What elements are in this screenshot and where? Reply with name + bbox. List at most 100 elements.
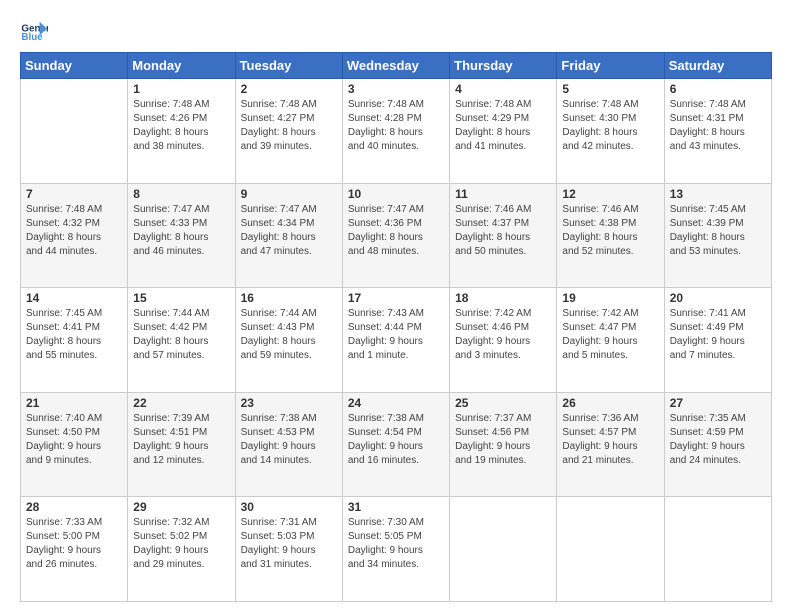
day-info: Sunrise: 7:48 AMSunset: 4:26 PMDaylight:… (133, 98, 229, 154)
day-info: Sunrise: 7:42 AMSunset: 4:47 PMDaylight:… (562, 307, 658, 363)
day-info: Sunrise: 7:43 AMSunset: 4:44 PMDaylight:… (348, 307, 444, 363)
day-of-week-header: Friday (557, 53, 664, 79)
day-number: 7 (26, 187, 122, 201)
day-number: 25 (455, 396, 551, 410)
logo: General Blue (20, 16, 48, 44)
day-number: 22 (133, 396, 229, 410)
calendar-cell: 17 Sunrise: 7:43 AMSunset: 4:44 PMDayligh… (342, 288, 449, 393)
calendar-cell: 6Sunrise: 7:48 AMSunset: 4:31 PMDaylight… (664, 79, 771, 184)
calendar-cell: 10 Sunrise: 7:47 AMSunset: 4:36 PMDayligh… (342, 183, 449, 288)
day-of-week-header: Sunday (21, 53, 128, 79)
day-number: 10 (348, 187, 444, 201)
day-info: Sunrise: 7:31 AMSunset: 5:03 PMDaylight:… (241, 516, 337, 572)
day-info: Sunrise: 7:47 AMSunset: 4:33 PMDaylight:… (133, 203, 229, 259)
header: General Blue (20, 16, 772, 44)
calendar-cell: 20 Sunrise: 7:41 AMSunset: 4:49 PMDayligh… (664, 288, 771, 393)
day-of-week-header: Saturday (664, 53, 771, 79)
calendar-week-row: 28 Sunrise: 7:33 AMSunset: 5:00 PMDayligh… (21, 497, 772, 602)
day-number: 23 (241, 396, 337, 410)
day-info: Sunrise: 7:48 AMSunset: 4:28 PMDaylight:… (348, 98, 444, 154)
day-info: Sunrise: 7:30 AMSunset: 5:05 PMDaylight:… (348, 516, 444, 572)
day-of-week-header: Thursday (450, 53, 557, 79)
calendar-cell: 29 Sunrise: 7:32 AMSunset: 5:02 PMDayligh… (128, 497, 235, 602)
calendar-cell: 25 Sunrise: 7:37 AMSunset: 4:56 PMDayligh… (450, 392, 557, 497)
day-number: 15 (133, 291, 229, 305)
calendar-cell: 2Sunrise: 7:48 AMSunset: 4:27 PMDaylight… (235, 79, 342, 184)
day-info: Sunrise: 7:44 AMSunset: 4:42 PMDaylight:… (133, 307, 229, 363)
day-number: 31 (348, 500, 444, 514)
calendar-cell: 14 Sunrise: 7:45 AMSunset: 4:41 PMDayligh… (21, 288, 128, 393)
calendar-cell: 12 Sunrise: 7:46 AMSunset: 4:38 PMDayligh… (557, 183, 664, 288)
day-number: 29 (133, 500, 229, 514)
day-number: 24 (348, 396, 444, 410)
day-info: Sunrise: 7:38 AMSunset: 4:53 PMDaylight:… (241, 412, 337, 468)
calendar-cell: 30 Sunrise: 7:31 AMSunset: 5:03 PMDayligh… (235, 497, 342, 602)
day-of-week-header: Monday (128, 53, 235, 79)
day-number: 27 (670, 396, 766, 410)
day-info: Sunrise: 7:48 AMSunset: 4:30 PMDaylight:… (562, 98, 658, 154)
calendar-cell: 8Sunrise: 7:47 AMSunset: 4:33 PMDaylight… (128, 183, 235, 288)
day-number: 3 (348, 82, 444, 96)
day-info: Sunrise: 7:46 AMSunset: 4:38 PMDaylight:… (562, 203, 658, 259)
calendar-cell: 18 Sunrise: 7:42 AMSunset: 4:46 PMDayligh… (450, 288, 557, 393)
day-number: 21 (26, 396, 122, 410)
calendar-cell: 24 Sunrise: 7:38 AMSunset: 4:54 PMDayligh… (342, 392, 449, 497)
calendar-cell: 22 Sunrise: 7:39 AMSunset: 4:51 PMDayligh… (128, 392, 235, 497)
day-info: Sunrise: 7:47 AMSunset: 4:34 PMDaylight:… (241, 203, 337, 259)
calendar-cell: 5 Sunrise: 7:48 AMSunset: 4:30 PMDaylight… (557, 79, 664, 184)
day-info: Sunrise: 7:38 AMSunset: 4:54 PMDaylight:… (348, 412, 444, 468)
day-number: 16 (241, 291, 337, 305)
day-number: 1 (133, 82, 229, 96)
day-number: 13 (670, 187, 766, 201)
day-info: Sunrise: 7:41 AMSunset: 4:49 PMDaylight:… (670, 307, 766, 363)
calendar-cell: 23 Sunrise: 7:38 AMSunset: 4:53 PMDayligh… (235, 392, 342, 497)
calendar-header-row: SundayMondayTuesdayWednesdayThursdayFrid… (21, 53, 772, 79)
calendar-cell: 26Sunrise: 7:36 AMSunset: 4:57 PMDayligh… (557, 392, 664, 497)
calendar-week-row: 1 Sunrise: 7:48 AMSunset: 4:26 PMDaylight… (21, 79, 772, 184)
day-number: 14 (26, 291, 122, 305)
page: General Blue SundayMondayTuesdayWednesda… (0, 0, 792, 612)
day-info: Sunrise: 7:46 AMSunset: 4:37 PMDaylight:… (455, 203, 551, 259)
calendar-cell: 3 Sunrise: 7:48 AMSunset: 4:28 PMDaylight… (342, 79, 449, 184)
calendar-week-row: 21Sunrise: 7:40 AMSunset: 4:50 PMDayligh… (21, 392, 772, 497)
day-number: 28 (26, 500, 122, 514)
calendar-cell: 19 Sunrise: 7:42 AMSunset: 4:47 PMDayligh… (557, 288, 664, 393)
calendar-cell: 13 Sunrise: 7:45 AMSunset: 4:39 PMDayligh… (664, 183, 771, 288)
day-number: 4 (455, 82, 551, 96)
day-number: 2 (241, 82, 337, 96)
day-of-week-header: Wednesday (342, 53, 449, 79)
day-info: Sunrise: 7:33 AMSunset: 5:00 PMDaylight:… (26, 516, 122, 572)
day-info: Sunrise: 7:45 AMSunset: 4:39 PMDaylight:… (670, 203, 766, 259)
day-number: 19 (562, 291, 658, 305)
day-info: Sunrise: 7:44 AMSunset: 4:43 PMDaylight:… (241, 307, 337, 363)
day-number: 30 (241, 500, 337, 514)
calendar-cell: 27 Sunrise: 7:35 AMSunset: 4:59 PMDayligh… (664, 392, 771, 497)
calendar-cell: 11Sunrise: 7:46 AMSunset: 4:37 PMDayligh… (450, 183, 557, 288)
day-number: 6 (670, 82, 766, 96)
calendar-cell (664, 497, 771, 602)
calendar-cell: 1 Sunrise: 7:48 AMSunset: 4:26 PMDaylight… (128, 79, 235, 184)
day-info: Sunrise: 7:47 AMSunset: 4:36 PMDaylight:… (348, 203, 444, 259)
day-info: Sunrise: 7:39 AMSunset: 4:51 PMDaylight:… (133, 412, 229, 468)
calendar-cell: 9 Sunrise: 7:47 AMSunset: 4:34 PMDaylight… (235, 183, 342, 288)
day-info: Sunrise: 7:48 AMSunset: 4:32 PMDaylight:… (26, 203, 122, 259)
calendar-cell (557, 497, 664, 602)
calendar-cell: 28 Sunrise: 7:33 AMSunset: 5:00 PMDayligh… (21, 497, 128, 602)
calendar-cell: 7 Sunrise: 7:48 AMSunset: 4:32 PMDaylight… (21, 183, 128, 288)
day-info: Sunrise: 7:35 AMSunset: 4:59 PMDaylight:… (670, 412, 766, 468)
day-of-week-header: Tuesday (235, 53, 342, 79)
day-info: Sunrise: 7:45 AMSunset: 4:41 PMDaylight:… (26, 307, 122, 363)
day-number: 17 (348, 291, 444, 305)
day-info: Sunrise: 7:48 AMSunset: 4:29 PMDaylight:… (455, 98, 551, 154)
day-info: Sunrise: 7:37 AMSunset: 4:56 PMDaylight:… (455, 412, 551, 468)
day-number: 18 (455, 291, 551, 305)
day-number: 9 (241, 187, 337, 201)
day-number: 5 (562, 82, 658, 96)
day-info: Sunrise: 7:42 AMSunset: 4:46 PMDaylight:… (455, 307, 551, 363)
calendar-cell (450, 497, 557, 602)
day-number: 12 (562, 187, 658, 201)
calendar-cell: 31 Sunrise: 7:30 AMSunset: 5:05 PMDayligh… (342, 497, 449, 602)
day-number: 20 (670, 291, 766, 305)
day-info: Sunrise: 7:32 AMSunset: 5:02 PMDaylight:… (133, 516, 229, 572)
day-info: Sunrise: 7:36 AMSunset: 4:57 PMDaylight:… (562, 412, 658, 468)
